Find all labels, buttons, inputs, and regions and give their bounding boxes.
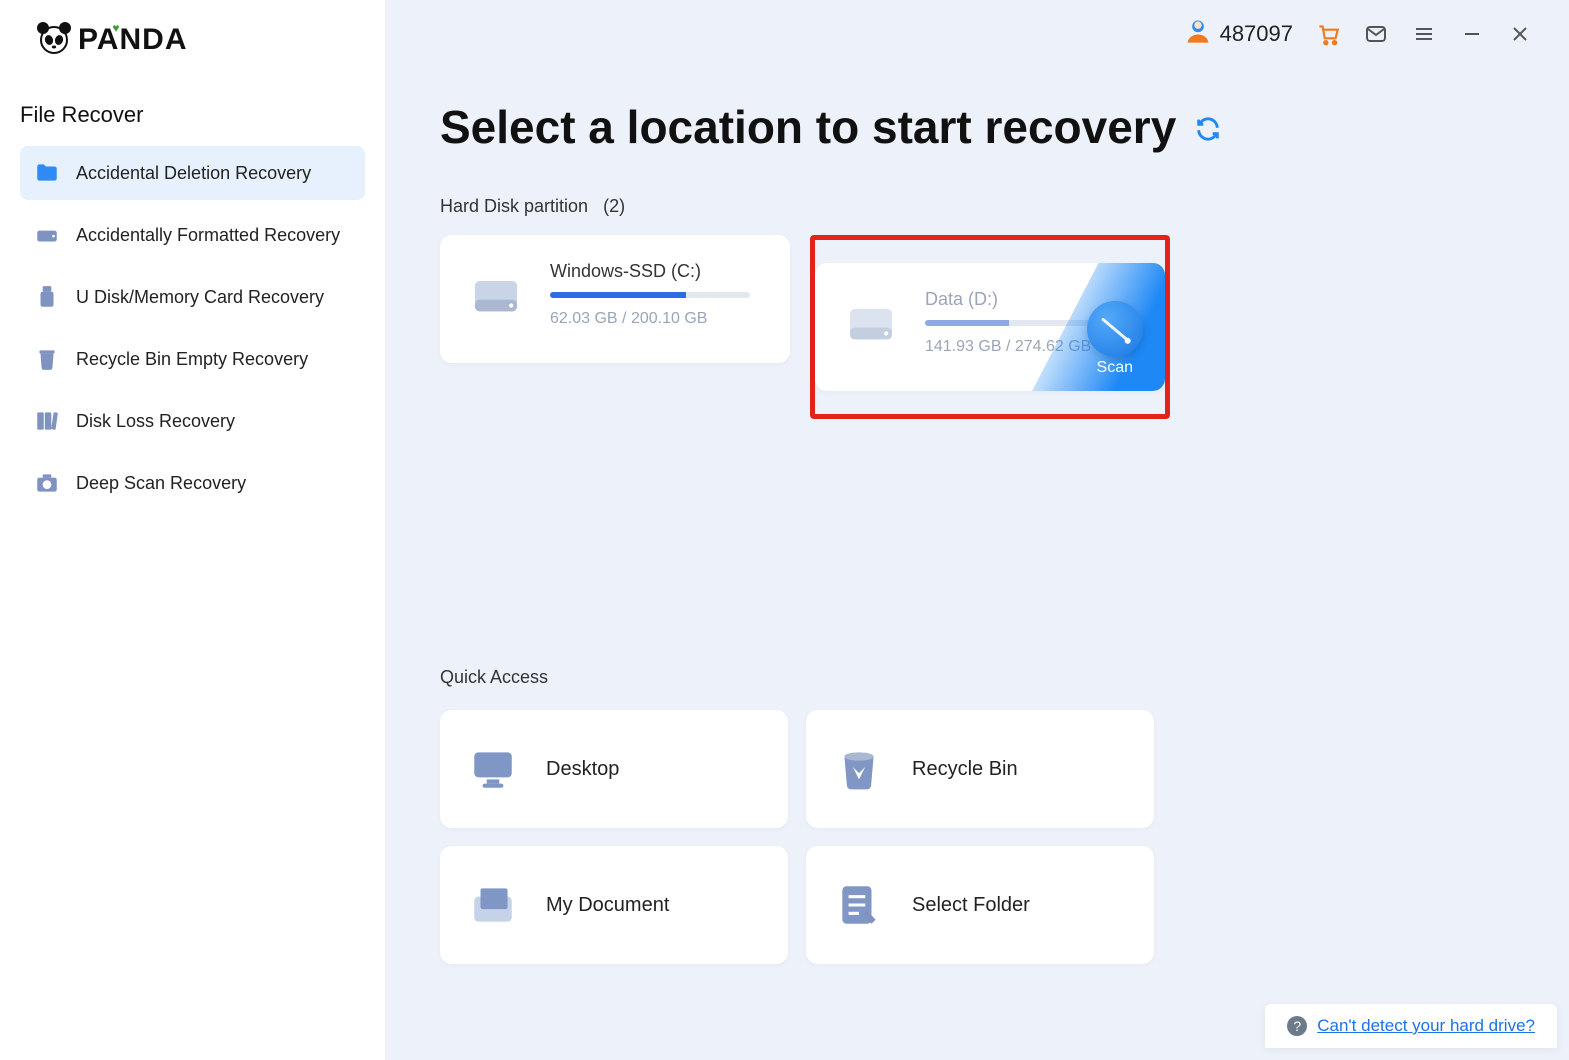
user-indicator[interactable]: 487097 <box>1184 17 1293 51</box>
disks-icon <box>34 408 60 434</box>
camera-icon <box>34 470 60 496</box>
partition-count: (2) <box>603 196 625 216</box>
help-link[interactable]: Can't detect your hard drive? <box>1317 1016 1535 1036</box>
monitor-icon <box>468 744 518 794</box>
sidebar-item-label: Accidental Deletion Recovery <box>76 163 311 184</box>
quick-access-recycle-bin[interactable]: Recycle Bin <box>806 710 1154 828</box>
sidebar-nav: Accidental Deletion Recovery Accidentall… <box>0 146 385 510</box>
minimize-icon[interactable] <box>1459 21 1485 47</box>
sidebar-item-label: Deep Scan Recovery <box>76 473 246 494</box>
sidebar-item-label: U Disk/Memory Card Recovery <box>76 287 324 308</box>
sidebar-item-label: Disk Loss Recovery <box>76 411 235 432</box>
hdd-icon <box>843 295 899 351</box>
help-banner: ? Can't detect your hard drive? <box>1265 1004 1557 1048</box>
sidebar-section-title: File Recover <box>0 102 385 146</box>
mail-icon[interactable] <box>1363 21 1389 47</box>
sidebar-item-disk-loss[interactable]: Disk Loss Recovery <box>20 394 365 448</box>
cart-icon[interactable] <box>1315 21 1341 47</box>
help-icon: ? <box>1287 1016 1307 1036</box>
drive-icon <box>34 222 60 248</box>
main-area: 487097 Select a location to start recove… <box>385 0 1569 1060</box>
usb-icon <box>34 284 60 310</box>
partition-section-label: Hard Disk partition (2) <box>440 196 1514 217</box>
brand-name: PA♥NDA <box>78 23 187 57</box>
quick-access-title: Select Folder <box>912 894 1030 917</box>
usage-bar <box>550 292 750 298</box>
quick-access-title: Recycle Bin <box>912 758 1018 781</box>
sidebar: PA♥NDA File Recover Accidental Deletion … <box>0 0 385 1060</box>
partition-title: Windows-SSD (C:) <box>550 261 762 282</box>
folder-icon <box>34 160 60 186</box>
partition-label-text: Hard Disk partition <box>440 196 588 216</box>
menu-icon[interactable] <box>1411 21 1437 47</box>
scan-button[interactable] <box>1087 301 1143 357</box>
quick-access-label: Quick Access <box>440 667 1514 688</box>
partition-card-c[interactable]: Windows-SSD (C:) 62.03 GB / 200.10 GB <box>440 235 790 363</box>
user-id: 487097 <box>1220 21 1293 47</box>
document-icon <box>468 880 518 930</box>
partition-cards: Windows-SSD (C:) 62.03 GB / 200.10 GB Da… <box>440 235 1514 419</box>
partition-highlight: Data (D:) 141.93 GB / 274.62 GB Scan <box>810 235 1170 419</box>
topbar: 487097 <box>1148 0 1569 68</box>
sidebar-item-recycle-bin[interactable]: Recycle Bin Empty Recovery <box>20 332 365 386</box>
notepad-icon <box>834 880 884 930</box>
close-icon[interactable] <box>1507 21 1533 47</box>
quick-access-grid: Desktop Recycle Bin My Document Select F… <box>440 710 1514 964</box>
refresh-icon[interactable] <box>1194 100 1222 154</box>
sidebar-item-label: Recycle Bin Empty Recovery <box>76 349 308 370</box>
hdd-icon <box>468 267 524 323</box>
sidebar-item-deep-scan[interactable]: Deep Scan Recovery <box>20 456 365 510</box>
bin-icon <box>834 744 884 794</box>
sidebar-item-accidentally-formatted[interactable]: Accidentally Formatted Recovery <box>20 208 365 262</box>
partition-card-d[interactable]: Data (D:) 141.93 GB / 274.62 GB Scan <box>815 263 1165 391</box>
trash-icon <box>34 346 60 372</box>
sidebar-item-u-disk[interactable]: U Disk/Memory Card Recovery <box>20 270 365 324</box>
quick-access-title: My Document <box>546 894 669 917</box>
quick-access-title: Desktop <box>546 758 619 781</box>
sidebar-item-label: Accidentally Formatted Recovery <box>76 225 340 246</box>
quick-access-my-document[interactable]: My Document <box>440 846 788 964</box>
page-title: Select a location to start recovery <box>440 100 1176 154</box>
page-title-row: Select a location to start recovery <box>440 100 1514 154</box>
brand-logo: PA♥NDA <box>0 20 385 60</box>
scan-label: Scan <box>1097 359 1133 377</box>
quick-access-desktop[interactable]: Desktop <box>440 710 788 828</box>
avatar-icon <box>1184 17 1212 51</box>
panda-icon <box>34 18 74 63</box>
partition-size: 62.03 GB / 200.10 GB <box>550 310 762 328</box>
quick-access-select-folder[interactable]: Select Folder <box>806 846 1154 964</box>
sidebar-item-accidental-deletion[interactable]: Accidental Deletion Recovery <box>20 146 365 200</box>
